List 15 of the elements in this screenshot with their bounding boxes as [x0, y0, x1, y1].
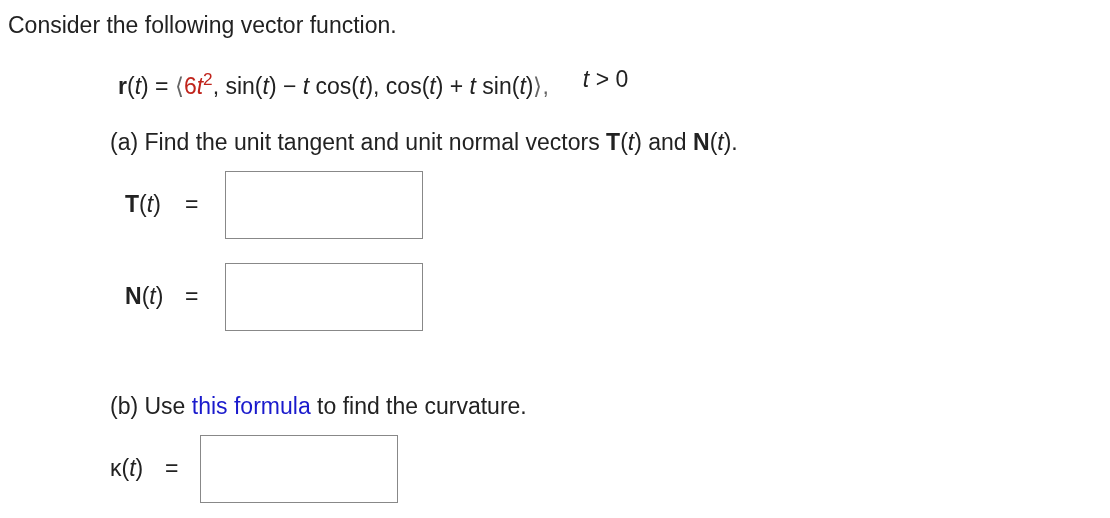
- question-text: (b) Use this formula to find the curvature.: [110, 391, 528, 421]
- equals-sign: =: [165, 455, 180, 483]
- question-text: (a) Find the unit tangent and unit normal vectors T(t) and N(t).: [110, 127, 739, 157]
- answer-label: N(t): [125, 283, 165, 311]
- answer-label: T(t): [125, 191, 162, 219]
- formula-link[interactable]: this formula: [191, 392, 311, 419]
- intro-text: Consider the following vector function.: [7, 11, 398, 40]
- answer-field[interactable]: [225, 262, 423, 331]
- equals-sign: =: [185, 283, 200, 311]
- domain-condition: t > 0: [582, 65, 629, 94]
- vector-equation: r(t) = ⟨6t$^{2}$, sin(t) − t cos(t), cos(t) + t sin(t)⟩,: [118, 68, 549, 101]
- answer-label: κ(t): [110, 455, 145, 483]
- answer-field[interactable]: [225, 170, 423, 239]
- equals-sign: =: [185, 191, 200, 219]
- answer-field[interactable]: [200, 434, 398, 503]
